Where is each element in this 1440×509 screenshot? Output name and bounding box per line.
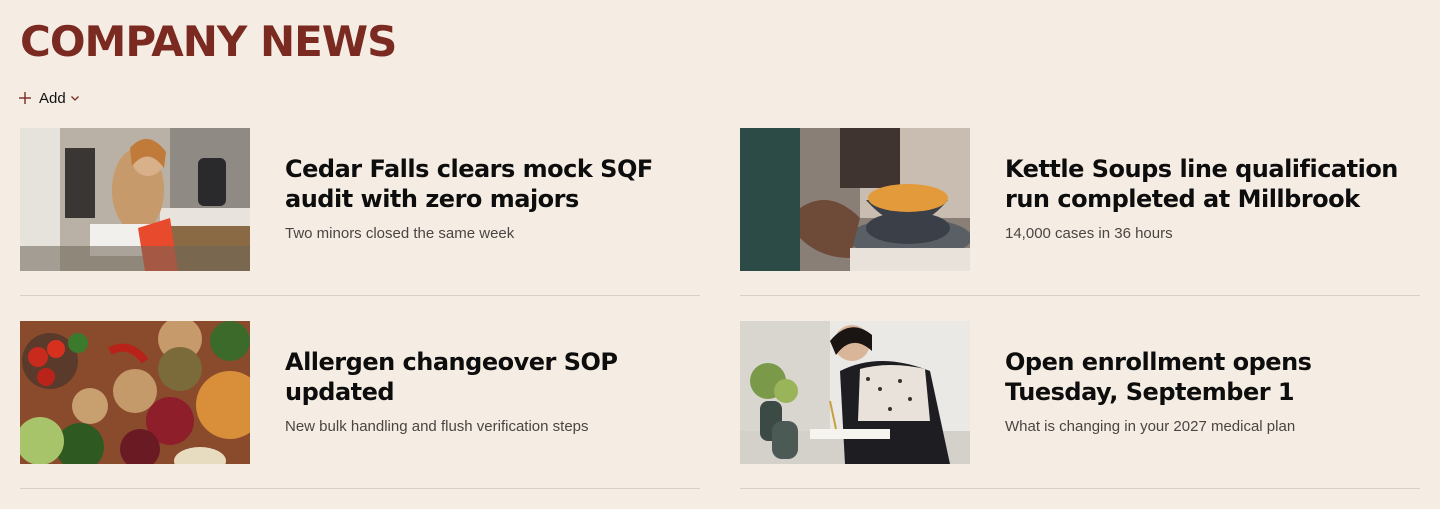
news-image-audit [20, 128, 250, 271]
news-summary: Two minors closed the same week [285, 225, 515, 242]
news-thumbnail[interactable] [740, 321, 970, 464]
news-item[interactable]: Allergen changeover SOP updated New bulk… [20, 321, 700, 489]
company-news-page: COMPANY NEWS Add Cedar Falls clears mock… [0, 0, 1440, 509]
news-image-soup [740, 128, 970, 271]
news-thumbnail[interactable] [740, 128, 970, 271]
news-thumbnail[interactable] [20, 321, 250, 464]
news-headline[interactable]: Kettle Soups line qualification run comp… [1005, 154, 1405, 214]
add-button[interactable]: Add [18, 86, 80, 110]
news-summary: 14,000 cases in 36 hours [1005, 225, 1173, 242]
news-thumbnail[interactable] [20, 128, 250, 271]
news-headline[interactable]: Open enrollment opens Tuesday, September… [1005, 347, 1405, 407]
news-summary: New bulk handling and flush verification… [285, 418, 589, 435]
news-headline[interactable]: Allergen changeover SOP updated [285, 347, 685, 407]
page-title: COMPANY NEWS [20, 17, 397, 66]
news-image-ingredients [20, 321, 250, 464]
news-headline[interactable]: Cedar Falls clears mock SQF audit with z… [285, 154, 685, 214]
news-image-enrollment [740, 321, 970, 464]
news-item[interactable]: Cedar Falls clears mock SQF audit with z… [20, 128, 700, 296]
news-item[interactable]: Kettle Soups line qualification run comp… [740, 128, 1420, 296]
news-item[interactable]: Open enrollment opens Tuesday, September… [740, 321, 1420, 489]
plus-icon [19, 92, 31, 104]
chevron-down-icon [70, 96, 79, 101]
add-button-label: Add [39, 89, 66, 107]
news-summary: What is changing in your 2027 medical pl… [1005, 418, 1296, 435]
